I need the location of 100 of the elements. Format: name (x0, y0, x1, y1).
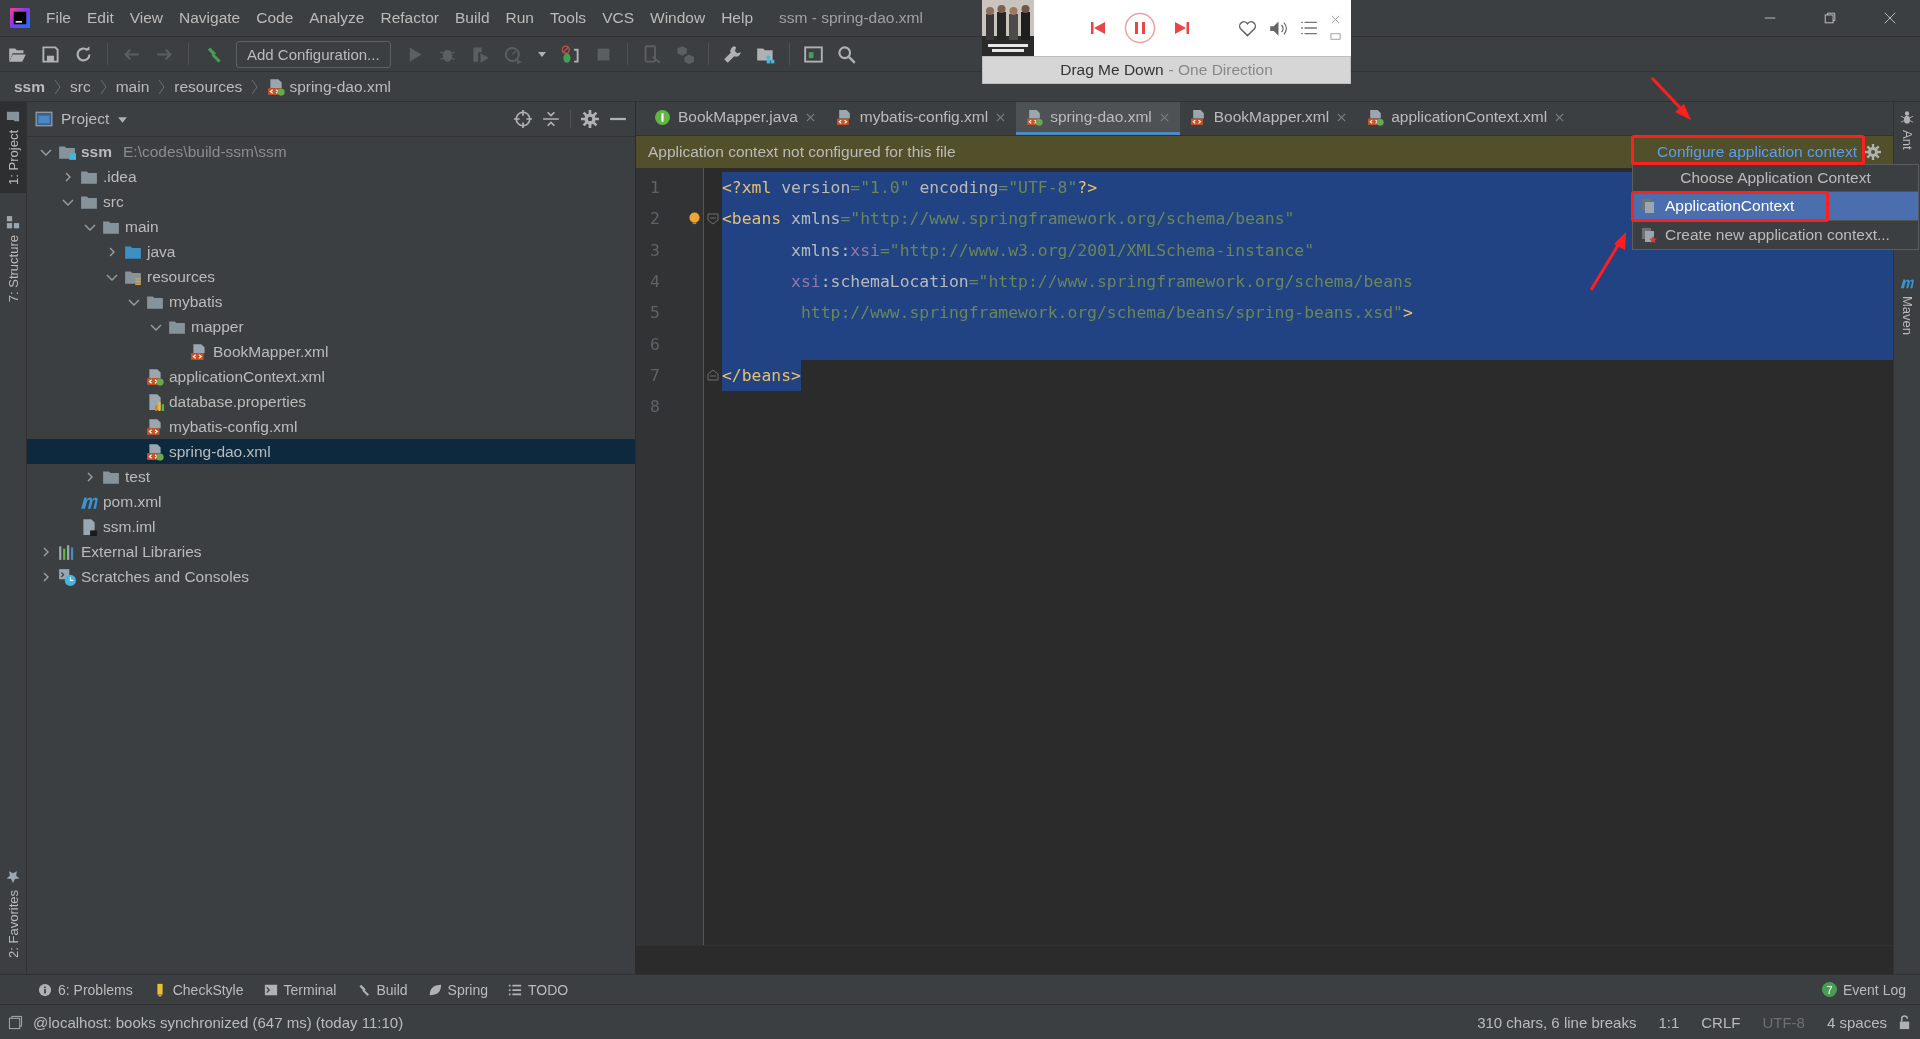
status-item[interactable]: 4 spaces (1826, 1013, 1887, 1031)
tree-item[interactable]: .idea (27, 164, 635, 189)
configure-link[interactable]: Configure application context (1657, 143, 1857, 161)
tree-item[interactable]: mybatis (27, 289, 635, 314)
tree-item[interactable]: main (27, 214, 635, 239)
breadcrumb-separator-icon (99, 78, 107, 95)
editor-tab[interactable]: applicationContext.xml (1357, 102, 1576, 135)
editor-tab[interactable]: BookMapper.java (644, 102, 826, 135)
list-icon[interactable] (1300, 19, 1318, 37)
menu-item[interactable]: Help (713, 5, 762, 31)
tool-window-tab[interactable]: Maven (1894, 267, 1920, 343)
menu-item[interactable]: Run (497, 5, 542, 31)
menu-item[interactable]: Create new application context... (1633, 220, 1918, 249)
menu-item[interactable]: Code (248, 5, 302, 31)
app-logo-icon (10, 8, 30, 28)
tool-window-button[interactable]: CheckStyle (152, 981, 244, 998)
volume-icon[interactable] (1269, 18, 1288, 38)
heart-icon[interactable] (1238, 18, 1257, 38)
close-icon[interactable] (1883, 11, 1897, 25)
tree-item[interactable]: java (27, 239, 635, 264)
breadcrumb-item[interactable]: main (115, 77, 150, 96)
tree-item[interactable]: spring-dao.xml (27, 439, 635, 464)
breadcrumb-item[interactable]: resources (174, 77, 243, 96)
tool-window-tab[interactable]: 7: Structure (0, 206, 26, 311)
lock-icon[interactable] (1897, 1014, 1912, 1030)
wrench-icon[interactable] (722, 44, 742, 64)
close-icon[interactable] (804, 111, 816, 123)
save-icon[interactable] (41, 44, 60, 64)
menu-item[interactable]: Navigate (171, 5, 249, 31)
menu-item[interactable]: Build (447, 5, 498, 31)
close-icon[interactable] (1554, 111, 1566, 123)
close-icon[interactable] (995, 111, 1007, 123)
tool-window-tab[interactable]: Ant (1894, 102, 1920, 158)
panel-toggle-icon[interactable] (8, 1014, 23, 1030)
tree-item[interactable]: src (27, 189, 635, 214)
restore-icon[interactable] (1823, 11, 1837, 25)
editor-tab[interactable]: mybatis-config.xml (825, 102, 1017, 135)
breadcrumb-item[interactable]: src (70, 77, 91, 96)
tree-item[interactable]: pom.xml (27, 489, 635, 514)
status-message: @localhost: books synchronized (647 ms) (today 11:10) (33, 1013, 404, 1031)
next-track-icon[interactable] (1174, 20, 1190, 36)
tree-item[interactable]: mapper (27, 314, 635, 339)
attach-debugger-icon[interactable] (560, 44, 580, 64)
editor-tab[interactable]: BookMapper.xml (1179, 102, 1358, 135)
search-icon[interactable] (836, 44, 856, 64)
artist-name: - One Direction (1168, 61, 1273, 79)
tool-window-button[interactable]: TODO (508, 981, 569, 998)
refresh-icon[interactable] (74, 44, 93, 64)
editor-tab[interactable]: spring-dao.xml (1016, 102, 1180, 135)
view-selector[interactable]: Project (35, 110, 129, 128)
settings-icon[interactable] (581, 110, 599, 128)
list-icon (508, 982, 523, 997)
tree-item[interactable]: ssm.iml (27, 514, 635, 539)
breadcrumb-separator-icon (251, 78, 259, 95)
menu-item[interactable]: Analyze (301, 5, 373, 31)
settings-icon[interactable] (1865, 144, 1881, 160)
tree-item[interactable]: Scratches and Consoles (27, 564, 635, 589)
pause-icon[interactable] (1124, 12, 1156, 44)
menu-item[interactable]: File (38, 5, 79, 31)
menu-item[interactable]: Window (642, 5, 714, 31)
tool-window-button[interactable]: Build (356, 981, 408, 998)
xml-file-icon (190, 342, 208, 361)
menu-item[interactable]: Edit (79, 5, 122, 31)
tree-item[interactable]: resources (27, 264, 635, 289)
previous-track-icon[interactable] (1090, 20, 1106, 36)
menu-item[interactable]: Tools (541, 5, 595, 31)
tool-window-button[interactable]: Spring (427, 981, 489, 998)
tree-item[interactable]: applicationContext.xml (27, 364, 635, 389)
collapse-all-icon[interactable] (542, 110, 560, 128)
status-item[interactable]: CRLF (1701, 1013, 1741, 1031)
event-log-button[interactable]: 7 Event Log (1821, 981, 1906, 998)
fold-marker-icon[interactable] (707, 369, 719, 382)
tool-window-tab[interactable]: 1: Project (0, 102, 26, 193)
locate-icon[interactable] (514, 110, 532, 128)
tree-item[interactable]: mybatis-config.xml (27, 414, 635, 439)
tool-window-button[interactable]: 6: Problems (38, 981, 133, 998)
status-item[interactable]: 310 chars, 6 line breaks (1477, 1013, 1637, 1031)
tool-window-tab[interactable]: 2: Favorites (0, 862, 26, 966)
dropdown-caret-icon[interactable] (536, 49, 547, 59)
tree-item[interactable]: test (27, 464, 635, 489)
tree-item[interactable]: database.properties (27, 389, 635, 414)
tree-item[interactable]: External Libraries (27, 539, 635, 564)
structure-icon (6, 214, 20, 229)
run-configuration-button[interactable]: Add Configuration... (236, 40, 391, 68)
tree-item[interactable]: BookMapper.xml (27, 339, 635, 364)
menu-item[interactable]: Refactor (372, 5, 448, 31)
menu-item[interactable]: VCS (594, 5, 642, 31)
tool-window-button[interactable]: Terminal (263, 981, 337, 998)
info-icon (38, 982, 52, 997)
close-icon[interactable] (1336, 111, 1348, 123)
breadcrumb-item[interactable]: spring-dao.xml (267, 77, 392, 96)
tree-item[interactable]: ssm E:\codes\build-ssm\ssm (27, 139, 635, 164)
menu-item[interactable]: View (121, 5, 172, 31)
fold-marker-icon[interactable] (707, 212, 719, 225)
window-icon[interactable] (803, 44, 823, 64)
terminal-icon (263, 982, 278, 997)
breadcrumb-item[interactable]: ssm (14, 77, 46, 96)
status-item[interactable]: 1:1 (1658, 1013, 1680, 1031)
close-icon[interactable] (1330, 14, 1341, 25)
lightbulb-icon[interactable] (688, 212, 701, 226)
